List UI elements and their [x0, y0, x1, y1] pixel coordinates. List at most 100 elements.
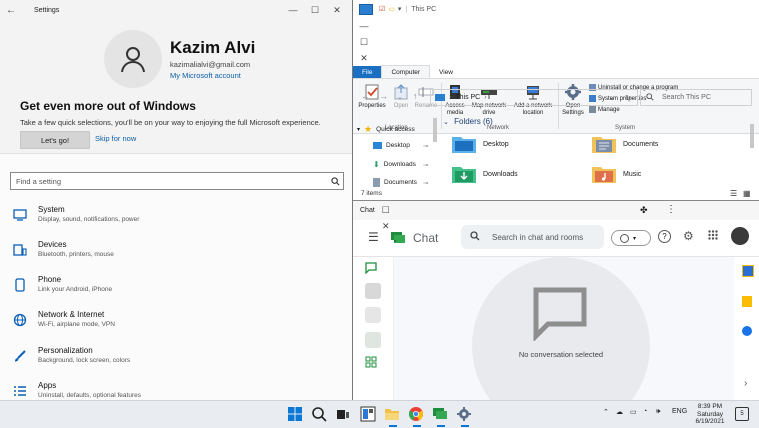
explorer-search[interactable]: Search This PC [640, 89, 752, 106]
nav-documents[interactable]: Documents ⊸ [373, 178, 428, 187]
skip-for-now-link[interactable]: Skip for now [95, 134, 136, 143]
chevron-down-icon: ⌄ [443, 119, 449, 126]
category-system[interactable]: System Display, sound, notifications, pow… [10, 205, 139, 225]
back-arrow-icon[interactable]: ← [361, 91, 370, 101]
tab-view[interactable]: View [430, 66, 462, 78]
hamburger-menu-icon[interactable]: ☰ [368, 230, 379, 244]
rooms-icon[interactable] [365, 356, 381, 372]
chat-bubble-icon[interactable] [365, 262, 381, 278]
lets-go-button[interactable]: Let's go! [20, 131, 90, 149]
contact-avatar[interactable] [365, 283, 381, 299]
keep-icon[interactable] [742, 296, 752, 307]
status-selector[interactable]: ▾ [611, 230, 651, 246]
details-view-icon[interactable]: ☰ [730, 189, 737, 198]
tasks-icon[interactable] [742, 326, 752, 336]
large-icons-view-icon[interactable]: ▦ [743, 189, 751, 198]
tab-computer[interactable]: Computer [381, 65, 431, 78]
qat-dropdown-icon[interactable]: ▾ [398, 5, 402, 13]
chat-logo-icon [390, 230, 406, 248]
widgets-icon[interactable] [360, 406, 378, 424]
address-text: This PC [455, 94, 481, 101]
address-chevron-icon: › [484, 94, 487, 101]
onedrive-icon[interactable]: ☁ [616, 408, 623, 416]
extensions-icon[interactable]: ✤ [640, 205, 648, 216]
category-personalization[interactable]: Personalization Background, lock screen, … [10, 346, 130, 366]
qat-folder-icon[interactable]: ▭ [388, 5, 395, 13]
category-devices[interactable]: Devices Bluetooth, printers, mouse [10, 240, 114, 260]
start-icon[interactable] [287, 406, 305, 424]
volume-icon[interactable]: 🕪 [656, 408, 660, 416]
chevron-up-icon[interactable]: ⌃ [603, 408, 609, 416]
folder-desktop[interactable]: Desktop [451, 134, 509, 154]
wifi-icon[interactable]: ◔ [643, 408, 647, 415]
more-vert-icon[interactable]: ⋮ [666, 204, 676, 215]
chat-left-rail [353, 257, 394, 401]
avatar[interactable] [104, 30, 162, 88]
nav-item-label: Downloads [383, 161, 416, 168]
battery-icon[interactable]: ▭ [630, 408, 637, 416]
maximize-button[interactable]: ☐ [353, 34, 375, 50]
tab-file[interactable]: File [353, 66, 382, 78]
download-icon: ⬇ [373, 160, 380, 169]
nav-item-label: Documents [384, 179, 417, 186]
category-phone[interactable]: Phone Link your Android, iPhone [10, 275, 112, 295]
explorer-titlebar: ☑ ▭ ▾ | This PC [353, 0, 759, 18]
nav-desktop[interactable]: Desktop ⊸ [373, 142, 428, 150]
forward-arrow-icon[interactable]: → [379, 91, 388, 101]
apps-grid-icon[interactable] [708, 230, 718, 242]
recent-dropdown-icon[interactable]: ⌄ [397, 93, 403, 101]
close-button[interactable]: ✕ [326, 2, 348, 18]
search-icon [646, 92, 654, 103]
chevron-right-icon[interactable]: › [744, 378, 747, 389]
maximize-button[interactable]: ☐ [304, 2, 326, 18]
folder-downloads[interactable]: Downloads [451, 164, 518, 184]
up-arrow-icon[interactable]: ↑ [413, 91, 418, 101]
item-count: 7 items [361, 190, 382, 197]
navigation-pane: ▾ ★ Quick access Desktop ⊸ ⬇ Downloads ⊸… [353, 117, 433, 187]
nav-downloads[interactable]: ⬇ Downloads ⊸ [373, 160, 428, 169]
address-bar[interactable]: › This PC › ⌄ ↻ [430, 89, 638, 106]
calendar-icon[interactable] [742, 265, 754, 277]
clock[interactable]: 8:39 PM Saturday 6/19/2021 [690, 403, 730, 426]
category-apps[interactable]: Apps Uninstall, defaults, optional featur… [10, 381, 141, 400]
notification-icon[interactable]: 5 [735, 407, 749, 421]
status-circle-icon [620, 233, 629, 243]
minimize-button[interactable]: — [353, 18, 375, 34]
maximize-button[interactable]: ☐ [375, 203, 397, 219]
settings-categories-pane: Find a setting System Display, sound, not… [0, 153, 352, 400]
chat-search[interactable]: Search in chat and rooms [461, 225, 604, 249]
address-dropdown-icon[interactable]: ⌄ [609, 94, 615, 102]
avatar[interactable] [731, 227, 749, 245]
folders-group-header[interactable]: ⌄ Folders (6) [443, 117, 493, 126]
task-view-icon[interactable] [335, 406, 353, 424]
help-icon[interactable]: ? [658, 230, 671, 243]
gear-icon[interactable]: ⚙ [683, 229, 694, 243]
documents-folder-icon [591, 134, 617, 154]
category-network[interactable]: Network & Internet Wi-Fi, airplane mode, … [10, 310, 115, 330]
chrome-icon[interactable] [408, 406, 426, 424]
file-explorer-icon[interactable] [384, 406, 402, 424]
chat-window-title: Chat [360, 207, 375, 214]
search-icon[interactable] [311, 406, 329, 424]
find-setting-search[interactable]: Find a setting [10, 172, 344, 190]
folder-documents[interactable]: Documents [591, 134, 658, 154]
nav-quick-access[interactable]: ▾ ★ Quick access [357, 124, 415, 135]
nav-item-label: Desktop [386, 142, 410, 149]
qat-properties-icon[interactable]: ☑ [379, 5, 385, 13]
back-arrow-icon[interactable]: ← [0, 5, 22, 16]
contact-avatar[interactable] [365, 332, 381, 348]
minimize-button[interactable]: — [282, 2, 304, 18]
microsoft-account-link[interactable]: My Microsoft account [170, 71, 241, 80]
search-icon[interactable] [327, 176, 343, 186]
folder-music[interactable]: Music [591, 164, 641, 184]
close-button[interactable]: ✕ [353, 50, 375, 66]
devices-icon [10, 240, 30, 260]
input-language[interactable]: ENG [672, 408, 687, 415]
nav-scrollbar[interactable] [433, 118, 437, 142]
refresh-icon[interactable]: ↻ [625, 94, 631, 102]
settings-gear-icon[interactable] [456, 406, 474, 424]
content-scrollbar[interactable] [750, 124, 754, 148]
contact-avatar[interactable] [365, 307, 381, 323]
promo-banner: Get even more out of Windows Take a few … [20, 99, 350, 127]
google-chat-icon[interactable] [432, 406, 450, 424]
